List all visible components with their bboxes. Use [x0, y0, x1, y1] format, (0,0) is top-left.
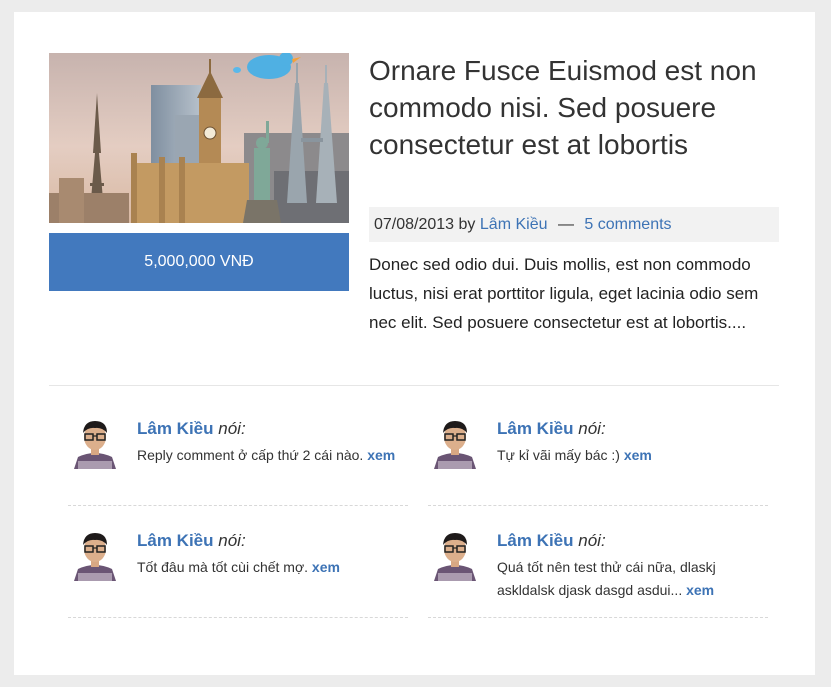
post-title[interactable]: Ornare Fusce Euismod est non commodo nis… [369, 52, 769, 163]
post-thumbnail[interactable] [49, 53, 349, 223]
post-comments-link[interactable]: 5 comments [584, 216, 671, 233]
avatar-image [68, 527, 122, 581]
post-thumbnail-image [49, 53, 349, 223]
post-by-label: by [458, 216, 476, 233]
comment-separator [68, 617, 408, 618]
comment-said-label: nói: [578, 419, 606, 438]
comment-view-link[interactable]: xem [624, 447, 652, 463]
comment-body: Lâm Kiều nói: Tự kỉ vãi mấy bác :) xem [497, 417, 762, 467]
comment-said-label: nói: [578, 531, 606, 550]
comment-author[interactable]: Lâm Kiều [497, 419, 574, 438]
comment-text: Tốt đâu mà tốt cùi chết mợ. xem [137, 556, 402, 579]
post-author-link[interactable]: Lâm Kiều [480, 216, 548, 233]
comment-author[interactable]: Lâm Kiều [137, 531, 214, 550]
avatar-image [428, 527, 482, 581]
comment-heading: Lâm Kiều nói: [137, 417, 402, 441]
comment-separator [428, 505, 768, 506]
avatar[interactable] [68, 415, 122, 469]
comment-author[interactable]: Lâm Kiều [497, 531, 574, 550]
post-meta: 07/08/2013 by Lâm Kiều — 5 comments [369, 207, 779, 242]
avatar[interactable] [68, 527, 122, 581]
comment-view-link[interactable]: xem [367, 447, 395, 463]
post-date: 07/08/2013 [374, 216, 455, 233]
comment-excerpt: Reply comment ở cấp thứ 2 cái nào. [137, 447, 364, 463]
avatar-image [68, 415, 122, 469]
comment-view-link[interactable]: xem [312, 559, 340, 575]
comment-heading: Lâm Kiều nói: [497, 417, 762, 441]
avatar-image [428, 415, 482, 469]
post-excerpt: Donec sed odio dui. Duis mollis, est non… [369, 255, 759, 332]
comment-text: Reply comment ở cấp thứ 2 cái nào. xem [137, 444, 402, 467]
comment-author[interactable]: Lâm Kiều [137, 419, 214, 438]
section-divider [49, 385, 779, 386]
comment-excerpt: Tốt đâu mà tốt cùi chết mợ. [137, 559, 309, 575]
comment-said-label: nói: [218, 419, 246, 438]
comment-body: Lâm Kiều nói: Tốt đâu mà tốt cùi chết mợ… [137, 529, 402, 579]
comment-text: Quá tốt nên test thử cái nữa, dlaskj ask… [497, 556, 762, 602]
comment-said-label: nói: [218, 531, 246, 550]
comment-heading: Lâm Kiều nói: [137, 529, 402, 553]
comment-separator [428, 617, 768, 618]
comment-body: Lâm Kiều nói: Reply comment ở cấp thứ 2 … [137, 417, 402, 467]
comment-text: Tự kỉ vãi mấy bác :) xem [497, 444, 762, 467]
price-tag: 5,000,000 VNĐ [49, 233, 349, 291]
avatar[interactable] [428, 527, 482, 581]
avatar[interactable] [428, 415, 482, 469]
comment-view-link[interactable]: xem [686, 582, 714, 598]
comment-separator [68, 505, 408, 506]
comment-body: Lâm Kiều nói: Quá tốt nên test thử cái n… [497, 529, 762, 602]
comment-excerpt: Quá tốt nên test thử cái nữa, dlaskj ask… [497, 559, 716, 598]
post-card: 5,000,000 VNĐ Ornare Fusce Euismod est n… [14, 12, 815, 675]
meta-separator: — [557, 216, 574, 233]
comment-excerpt: Tự kỉ vãi mấy bác :) [497, 447, 620, 463]
comment-heading: Lâm Kiều nói: [497, 529, 762, 553]
